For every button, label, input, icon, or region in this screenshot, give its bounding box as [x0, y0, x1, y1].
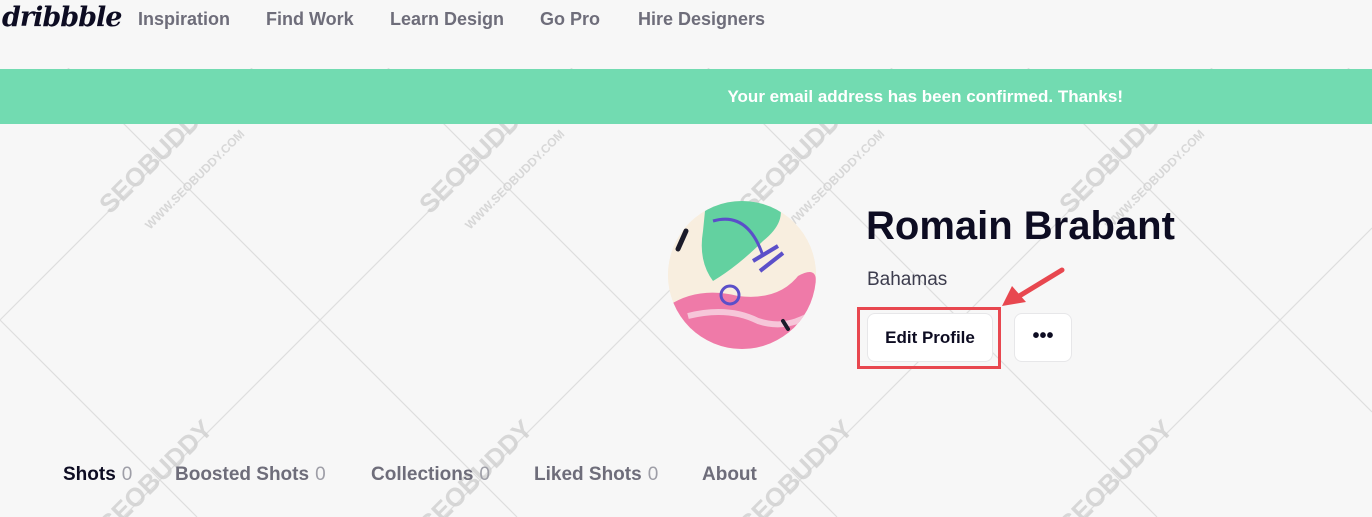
- tab-count: 0: [315, 464, 326, 485]
- tab-count: 0: [121, 464, 133, 485]
- tab-label: Collections: [371, 464, 474, 485]
- tab-shots[interactable]: Shots 0: [63, 464, 132, 486]
- pointer-arrow: [1002, 267, 1065, 306]
- tab-boosted-shots[interactable]: Boosted Shots 0: [175, 464, 326, 486]
- tab-count: 0: [479, 464, 490, 485]
- watermark-brand: SEOBUDDY: [1053, 414, 1178, 517]
- avatar[interactable]: [668, 201, 816, 349]
- nav-go-pro[interactable]: Go Pro: [540, 9, 600, 30]
- tab-label: About: [702, 464, 757, 485]
- profile-name: Romain Brabant: [866, 204, 1175, 248]
- profile-location: Bahamas: [867, 269, 948, 290]
- tab-label: Liked Shots: [534, 464, 642, 485]
- tab-label: Shots: [63, 464, 116, 485]
- nav-hire-designers[interactable]: Hire Designers: [638, 9, 765, 30]
- watermark-url: WWW.SEOBUDDY.COM: [462, 127, 567, 232]
- tab-about[interactable]: About: [702, 464, 757, 486]
- tab-collections[interactable]: Collections 0: [371, 464, 490, 486]
- tab-count: 0: [647, 464, 659, 485]
- nav-inspiration[interactable]: Inspiration: [138, 9, 230, 30]
- nav-find-work[interactable]: Find Work: [266, 9, 354, 30]
- confirmation-banner: Your email address has been confirmed. T…: [0, 69, 1372, 124]
- edit-profile-button[interactable]: Edit Profile: [867, 313, 993, 362]
- dribbble-logo[interactable]: dribbble: [2, 2, 122, 33]
- nav-learn-design[interactable]: Learn Design: [390, 9, 504, 30]
- more-options-button[interactable]: •••: [1014, 313, 1072, 362]
- tab-label: Boosted Shots: [175, 464, 310, 485]
- banner-message: Your email address has been confirmed. T…: [727, 87, 1123, 106]
- watermark-url: WWW.SEOBUDDY.COM: [142, 127, 247, 232]
- avatar-illustration: [668, 201, 816, 349]
- tab-liked-shots[interactable]: Liked Shots 0: [534, 464, 658, 486]
- top-nav: dribbble Inspiration Find Work Learn Des…: [0, 0, 1372, 68]
